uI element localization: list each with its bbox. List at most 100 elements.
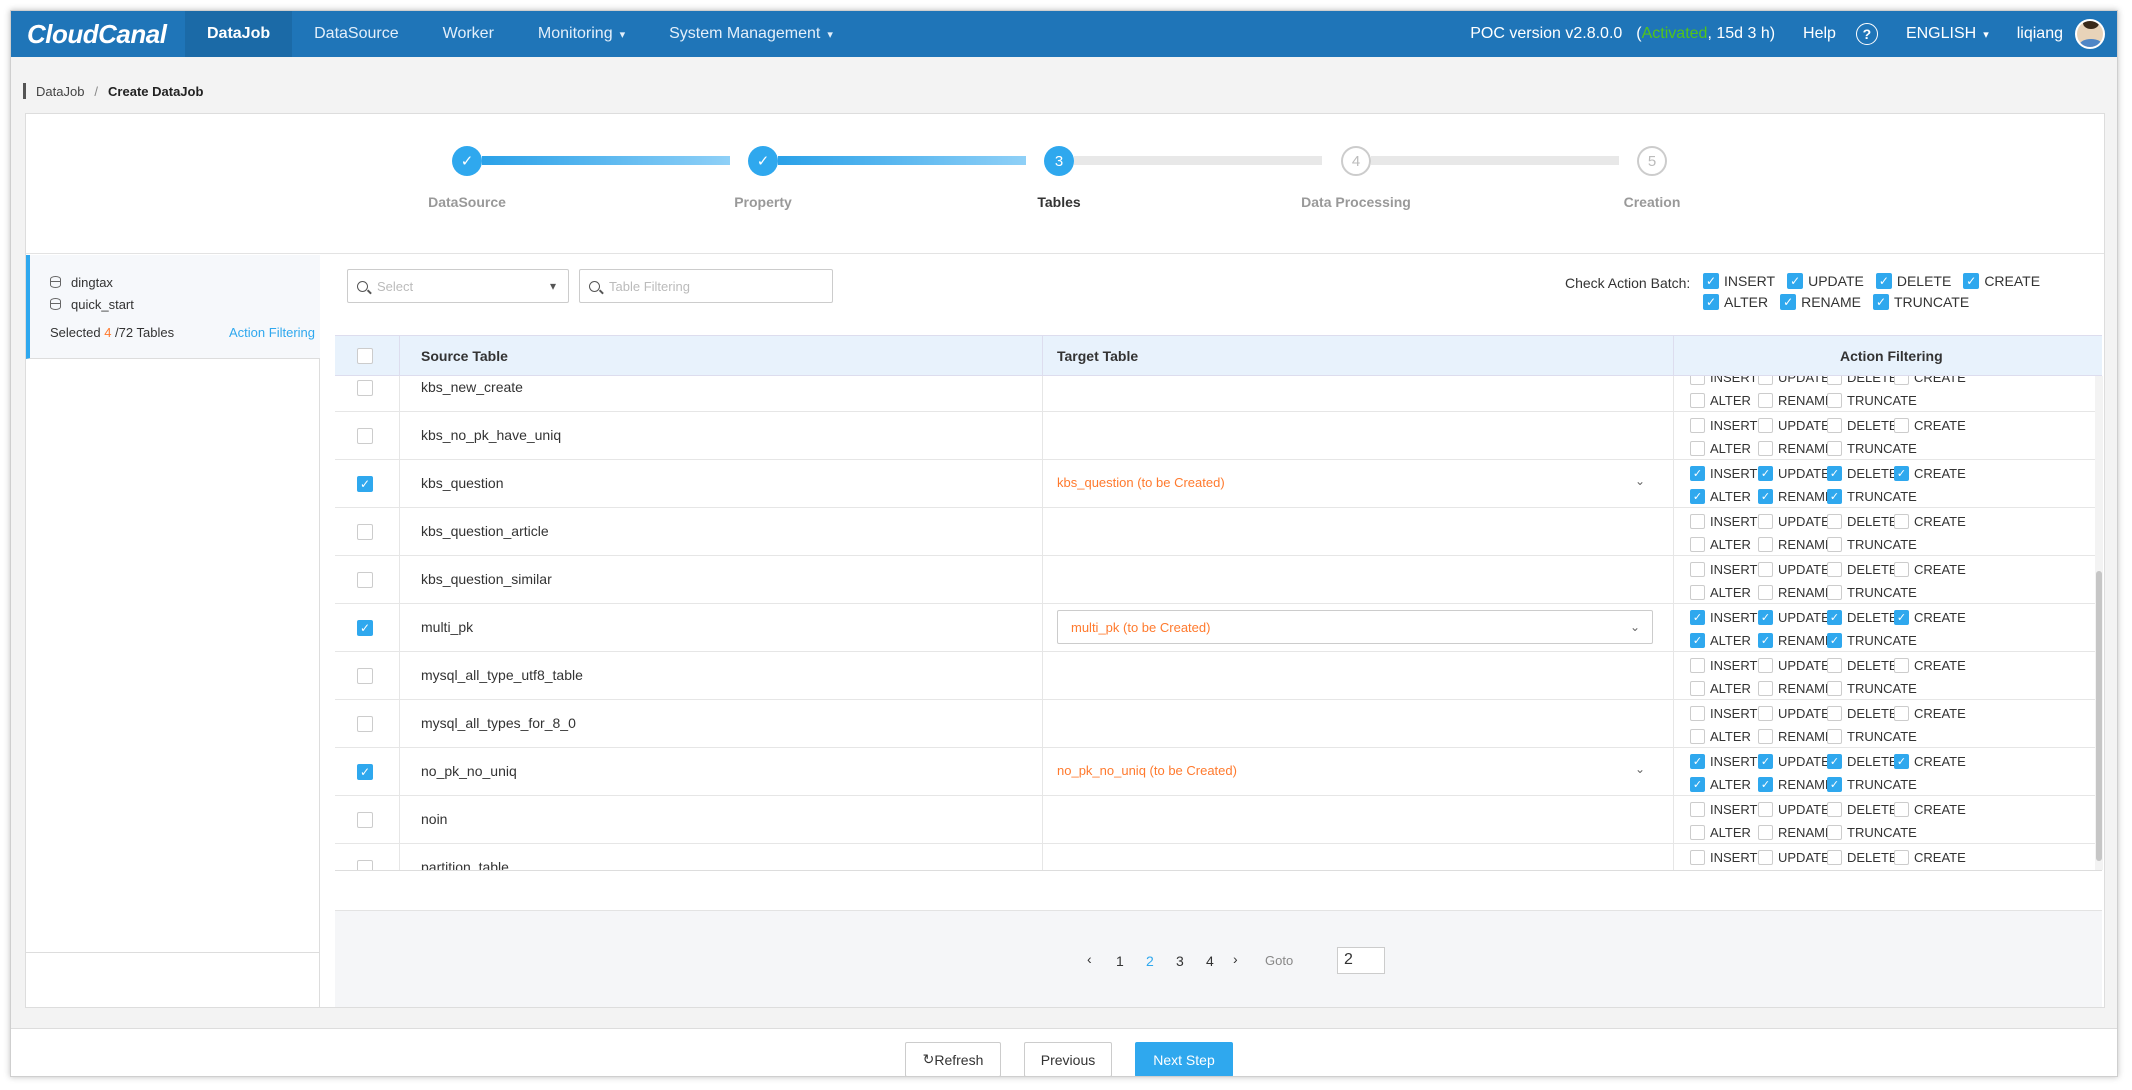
action-rename-checkbox[interactable]: RENAME xyxy=(1758,441,1834,456)
action-update-checkbox[interactable]: UPDATE xyxy=(1758,850,1830,865)
action-rename-checkbox[interactable]: RENAME xyxy=(1758,681,1834,696)
action-rename-checkbox[interactable]: RENAME xyxy=(1758,537,1834,552)
action-insert-checkbox[interactable]: ✓ INSERT xyxy=(1690,754,1757,769)
action-truncate-checkbox[interactable]: TRUNCATE xyxy=(1827,537,1917,552)
action-rename-checkbox[interactable]: ✓ RENAME xyxy=(1758,489,1834,504)
action-insert-checkbox[interactable]: INSERT xyxy=(1690,514,1757,529)
action-insert-checkbox[interactable]: ✓ INSERT xyxy=(1690,466,1757,481)
action-delete-checkbox[interactable]: ✓ DELETE xyxy=(1827,754,1898,769)
user-name[interactable]: liqiang xyxy=(2017,25,2063,43)
action-delete-checkbox[interactable]: DELETE xyxy=(1827,562,1898,577)
action-truncate-checkbox[interactable]: TRUNCATE xyxy=(1827,681,1917,696)
table-row[interactable]: mysql_all_types_for_8_0 INSERT UPDATE DELET… xyxy=(335,700,2102,748)
action-alter-checkbox[interactable]: ALTER xyxy=(1690,681,1751,696)
schema-select[interactable]: Select ▾ xyxy=(347,269,569,303)
scrollbar-thumb[interactable] xyxy=(2096,571,2102,861)
action-update-checkbox[interactable]: ✓ UPDATE xyxy=(1758,754,1830,769)
action-truncate-checkbox[interactable]: TRUNCATE xyxy=(1827,825,1917,840)
table-row[interactable]: kbs_question_article INSERT UPDATE DELETE CR… xyxy=(335,508,2102,556)
action-update-checkbox[interactable]: ✓ UPDATE xyxy=(1758,466,1830,481)
action-delete-checkbox[interactable]: DELETE xyxy=(1827,706,1898,721)
action-update-checkbox[interactable]: UPDATE xyxy=(1758,706,1830,721)
action-create-checkbox[interactable]: ✓ CREATE xyxy=(1894,610,1966,625)
next-step-button[interactable]: Next Step xyxy=(1135,1042,1233,1076)
batch-truncate-checkbox[interactable]: ✓ TRUNCATE xyxy=(1873,294,1969,310)
page-3[interactable]: 3 xyxy=(1176,953,1184,969)
action-delete-checkbox[interactable]: ✓ DELETE xyxy=(1827,610,1898,625)
action-truncate-checkbox[interactable]: ✓ TRUNCATE xyxy=(1827,777,1917,792)
table-row[interactable]: kbs_new_create INSERT UPDATE DELETE CREATE AL… xyxy=(335,376,2102,412)
table-row[interactable]: kbs_no_pk_have_uniq INSERT UPDATE DELETE CRE… xyxy=(335,412,2102,460)
goto-input[interactable]: 2 xyxy=(1337,947,1385,974)
action-alter-checkbox[interactable]: ALTER xyxy=(1690,441,1751,456)
batch-update-checkbox[interactable]: ✓ UPDATE xyxy=(1787,273,1864,289)
table-row[interactable]: ✓ kbs_question kbs_question (to be Created… xyxy=(335,460,2102,508)
action-rename-checkbox[interactable]: ✓ RENAME xyxy=(1758,633,1834,648)
action-delete-checkbox[interactable]: DELETE xyxy=(1827,376,1898,385)
action-alter-checkbox[interactable]: ✓ ALTER xyxy=(1690,633,1751,648)
action-update-checkbox[interactable]: UPDATE xyxy=(1758,658,1830,673)
nav-worker[interactable]: Worker xyxy=(421,11,516,57)
select-all-checkbox[interactable] xyxy=(357,348,373,364)
action-alter-checkbox[interactable]: ALTER xyxy=(1690,585,1751,600)
action-truncate-checkbox[interactable]: TRUNCATE xyxy=(1827,393,1917,408)
table-row[interactable]: noin INSERT UPDATE DELETE CREATE ALTER RENAME T… xyxy=(335,796,2102,844)
refresh-button[interactable]: ↻ Refresh xyxy=(905,1042,1001,1076)
batch-create-checkbox[interactable]: ✓ CREATE xyxy=(1963,273,2040,289)
page-4[interactable]: 4 xyxy=(1206,953,1214,969)
action-truncate-checkbox[interactable]: TRUNCATE xyxy=(1827,585,1917,600)
table-row[interactable]: partition_tableINSERTUPDATEDELETECREATEA… xyxy=(335,844,2102,870)
action-insert-checkbox[interactable]: INSERT xyxy=(1690,418,1757,433)
action-create-checkbox[interactable]: CREATE xyxy=(1894,562,1966,577)
action-alter-checkbox[interactable]: ALTER xyxy=(1690,537,1751,552)
action-insert-checkbox[interactable]: INSERT xyxy=(1690,376,1757,385)
database-selection[interactable]: dingtax quick_start Selected 4 /72 Table… xyxy=(26,255,320,359)
action-create-checkbox[interactable]: CREATE xyxy=(1894,376,1966,385)
action-create-checkbox[interactable]: CREATE xyxy=(1894,850,1966,865)
action-rename-checkbox[interactable]: ✓ RENAME xyxy=(1758,777,1834,792)
database-item[interactable]: dingtax xyxy=(30,271,320,293)
action-insert-checkbox[interactable]: INSERT xyxy=(1690,706,1757,721)
help-link[interactable]: Help xyxy=(1803,25,1836,43)
previous-button[interactable]: Previous xyxy=(1024,1042,1112,1076)
page-2[interactable]: 2 xyxy=(1146,953,1154,969)
logo[interactable]: CloudCanal xyxy=(27,19,185,50)
help-icon[interactable]: ? xyxy=(1855,23,1878,45)
target-table-select[interactable]: no_pk_no_uniq (to be Created) xyxy=(1057,763,1237,778)
action-insert-checkbox[interactable]: INSERT xyxy=(1690,802,1757,817)
batch-delete-checkbox[interactable]: ✓ DELETE xyxy=(1875,273,1951,289)
action-rename-checkbox[interactable]: RENAME xyxy=(1758,729,1834,744)
batch-insert-checkbox[interactable]: ✓ INSERT xyxy=(1703,273,1775,289)
chevron-down-icon[interactable]: ⌄ xyxy=(1635,762,1645,776)
action-delete-checkbox[interactable]: DELETE xyxy=(1827,802,1898,817)
nav-datajob[interactable]: DataJob xyxy=(185,11,293,57)
chevron-down-icon[interactable]: ⌄ xyxy=(1635,474,1645,488)
nav-datasource[interactable]: DataSource xyxy=(292,11,421,57)
action-insert-checkbox[interactable]: INSERT xyxy=(1690,850,1757,865)
action-create-checkbox[interactable]: ✓ CREATE xyxy=(1894,754,1966,769)
page-1[interactable]: 1 xyxy=(1116,953,1124,969)
language-select[interactable]: ENGLISH ▾ xyxy=(1906,25,1989,43)
action-truncate-checkbox[interactable]: ✓ TRUNCATE xyxy=(1827,489,1917,504)
action-delete-checkbox[interactable]: DELETE xyxy=(1827,850,1898,865)
next-page-icon[interactable]: › xyxy=(1233,951,1238,967)
action-delete-checkbox[interactable]: DELETE xyxy=(1827,658,1898,673)
action-create-checkbox[interactable]: CREATE xyxy=(1894,658,1966,673)
action-create-checkbox[interactable]: CREATE xyxy=(1894,418,1966,433)
target-table-select[interactable]: kbs_question (to be Created) xyxy=(1057,475,1225,490)
nav-system-management[interactable]: System Management ▾ xyxy=(647,11,855,57)
action-update-checkbox[interactable]: ✓ UPDATE xyxy=(1758,610,1830,625)
action-rename-checkbox[interactable]: RENAME xyxy=(1758,393,1834,408)
action-alter-checkbox[interactable]: ALTER xyxy=(1690,825,1751,840)
action-delete-checkbox[interactable]: DELETE xyxy=(1827,514,1898,529)
breadcrumb-datajob[interactable]: DataJob xyxy=(36,84,84,99)
action-truncate-checkbox[interactable]: TRUNCATE xyxy=(1827,729,1917,744)
table-row[interactable]: kbs_question_similar INSERT UPDATE DELETE CR… xyxy=(335,556,2102,604)
action-delete-checkbox[interactable]: ✓ DELETE xyxy=(1827,466,1898,481)
table-row[interactable]: ✓ multi_pk multi_pk (to be Created) ⌄ ✓ INSER… xyxy=(335,604,2102,652)
vertical-scrollbar[interactable] xyxy=(2095,376,2103,870)
action-rename-checkbox[interactable]: RENAME xyxy=(1758,585,1834,600)
action-update-checkbox[interactable]: UPDATE xyxy=(1758,418,1830,433)
action-insert-checkbox[interactable]: INSERT xyxy=(1690,562,1757,577)
action-alter-checkbox[interactable]: ✓ ALTER xyxy=(1690,777,1751,792)
